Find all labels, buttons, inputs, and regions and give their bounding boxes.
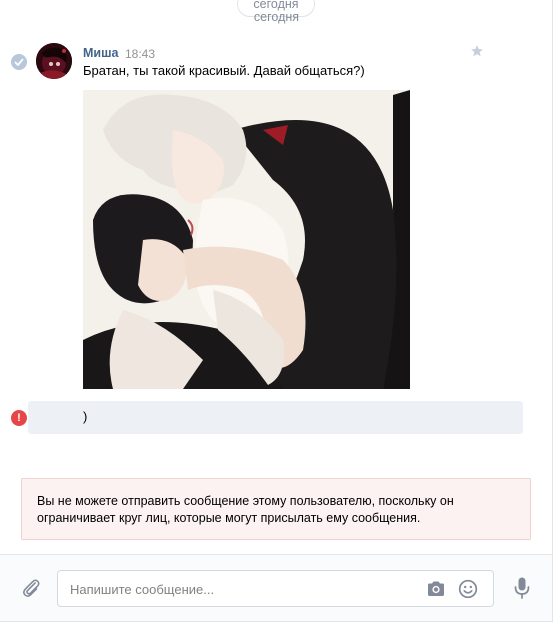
message-time[interactable]: 18:43 <box>125 47 155 61</box>
paperclip-icon[interactable] <box>20 577 42 599</box>
date-separator: сегодня сегодня <box>0 0 552 26</box>
error-icon[interactable]: ! <box>11 410 27 426</box>
star-icon[interactable] <box>470 44 484 58</box>
composer: Напишите сообщение... <box>0 554 552 621</box>
camera-icon[interactable] <box>426 580 446 598</box>
message-input-placeholder: Напишите сообщение... <box>70 582 215 597</box>
chat-window: сегодня сегодня Миша 18:43 Братан, ты та… <box>0 0 553 622</box>
author-name[interactable]: Миша <box>83 46 118 60</box>
failed-message-text: ) <box>83 409 88 424</box>
attached-photo[interactable] <box>83 90 410 389</box>
date-separator-ghost: сегодня <box>253 10 300 24</box>
message-input[interactable]: Напишите сообщение... <box>57 570 494 607</box>
microphone-icon[interactable] <box>512 576 532 600</box>
restriction-notice: Вы не можете отправить сообщение этому п… <box>21 478 531 540</box>
failed-message[interactable]: ! ) <box>0 401 552 435</box>
failed-message-bubble[interactable]: ) <box>28 401 523 434</box>
message-text: Братан, ты такой красивый. Давай общатьс… <box>83 63 365 78</box>
smile-icon[interactable] <box>458 579 478 599</box>
check-circle-icon[interactable] <box>11 54 27 70</box>
message[interactable]: Миша 18:43 Братан, ты такой красивый. Да… <box>0 38 552 398</box>
avatar[interactable] <box>36 43 72 79</box>
